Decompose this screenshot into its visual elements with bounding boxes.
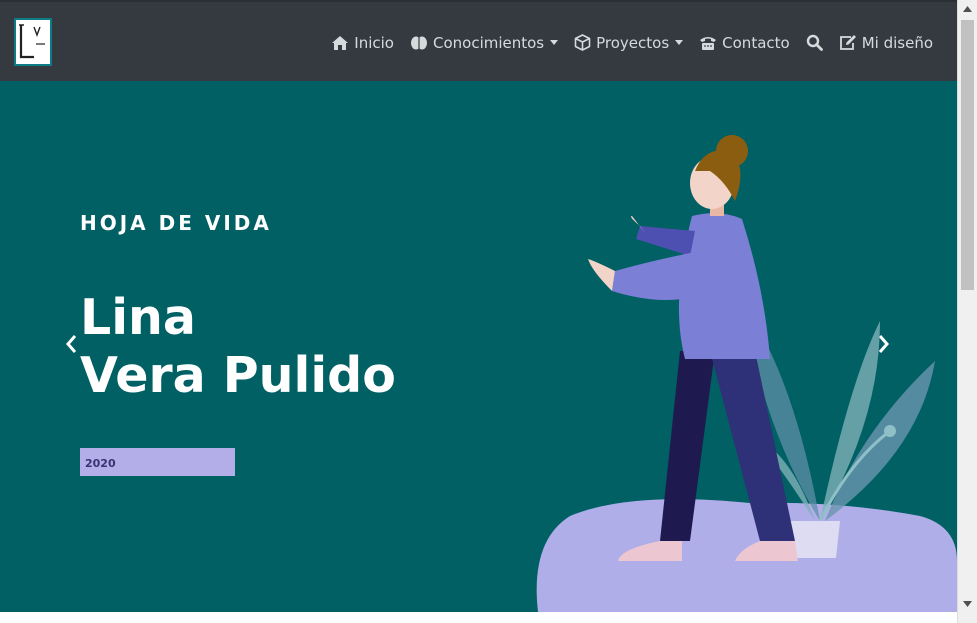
year-badge: 2020: [80, 448, 235, 476]
hero-last-name: Vera Pulido: [80, 347, 396, 404]
chevron-down-icon: [675, 40, 684, 45]
carousel-prev-button[interactable]: [62, 333, 82, 355]
nav-proyectos-label: Proyectos: [596, 33, 670, 52]
arrow-up-icon: [963, 6, 972, 12]
nav-conocimientos[interactable]: Conocimientos: [410, 33, 559, 52]
hero-eyebrow: HOJA DE VIDA: [80, 211, 272, 235]
nav-contacto[interactable]: Contacto: [699, 34, 790, 52]
nav-inicio[interactable]: Inicio: [331, 34, 394, 52]
navbar: Inicio Conocimientos Proyectos Contacto …: [0, 0, 957, 81]
phone-icon: [699, 35, 717, 51]
nav-conocimientos-label: Conocimientos: [432, 33, 545, 52]
nav-inicio-label: Inicio: [354, 33, 394, 52]
nav-mi-diseno-label: Mi diseño: [861, 33, 933, 52]
browser-viewport: Inicio Conocimientos Proyectos Contacto …: [0, 0, 957, 612]
cube-icon: [574, 34, 591, 51]
logo[interactable]: [14, 18, 52, 66]
arrow-down-icon: [963, 601, 972, 607]
scroll-down-button[interactable]: [958, 595, 977, 613]
scroll-up-button[interactable]: [958, 0, 977, 18]
search-button[interactable]: [806, 34, 823, 51]
chevron-down-icon: [550, 40, 559, 45]
brain-icon: [410, 35, 428, 51]
bottom-strip: [0, 612, 957, 623]
chevron-left-icon: [66, 335, 77, 353]
home-icon: [331, 35, 349, 51]
nav-proyectos[interactable]: Proyectos: [574, 33, 684, 52]
search-icon: [806, 34, 823, 51]
nav-contacto-label: Contacto: [722, 33, 790, 52]
hero-first-name: Lina: [80, 289, 196, 346]
scrollbar-thumb[interactable]: [961, 20, 974, 290]
nav-menu: Inicio Conocimientos Proyectos Contacto …: [331, 2, 933, 83]
hero-carousel: HOJA DE VIDA Lina Vera Pulido 2020: [0, 81, 957, 612]
edit-icon: [839, 34, 857, 51]
vertical-scrollbar[interactable]: [957, 0, 977, 623]
woman-illustration: [536, 135, 957, 612]
nav-mi-diseno[interactable]: Mi diseño: [839, 34, 933, 52]
hero-name: Lina Vera Pulido: [80, 289, 396, 405]
